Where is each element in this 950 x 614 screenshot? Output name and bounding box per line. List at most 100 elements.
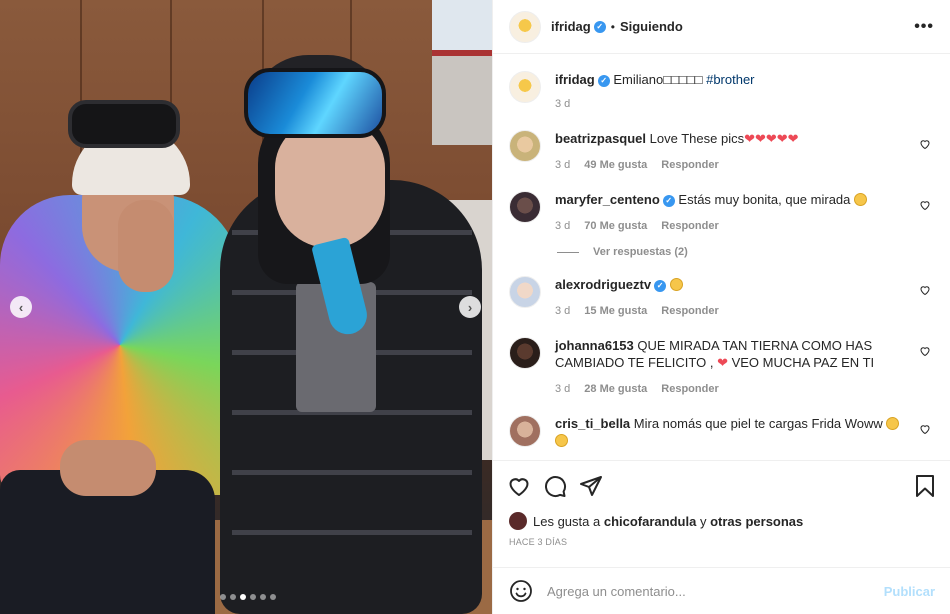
post-header: ifridag ✓ • Siguiendo ••• bbox=[493, 0, 950, 54]
more-options-icon[interactable]: ••• bbox=[914, 18, 934, 36]
emoji-icon[interactable] bbox=[509, 579, 533, 603]
avatar[interactable] bbox=[509, 71, 541, 103]
likes-connector: y bbox=[699, 513, 707, 529]
comment-text: alexrodrigueztv ✓ bbox=[555, 276, 905, 293]
heart-eyes-emoji bbox=[886, 417, 900, 430]
caption-time[interactable]: 3 d bbox=[555, 98, 570, 110]
add-comment-bar: Publicar bbox=[493, 567, 950, 614]
comment-body-continued: VEO MUCHA PAZ EN TI bbox=[727, 355, 875, 370]
post-photo[interactable]: ‹ › bbox=[0, 0, 492, 614]
reply-button[interactable]: Responder bbox=[661, 220, 718, 232]
bookmark-icon[interactable] bbox=[913, 474, 937, 498]
reply-button[interactable]: Responder bbox=[661, 159, 718, 171]
reply-button[interactable]: Responder bbox=[661, 305, 718, 317]
comment: alexrodrigueztv ✓ 3 d 15 Me gusta Respond… bbox=[509, 276, 935, 317]
view-replies-label: Ver respuestas (2) bbox=[593, 246, 688, 258]
comment-username[interactable]: cris_ti_bella bbox=[555, 416, 630, 431]
hashtag-link[interactable]: #brother bbox=[706, 72, 754, 87]
caption-meta: 3 d bbox=[555, 98, 905, 110]
chevron-left-icon[interactable]: ‹ bbox=[10, 296, 32, 318]
verified-badge-icon: ✓ bbox=[662, 194, 675, 207]
avatar[interactable] bbox=[509, 191, 541, 223]
post-actions: Les gusta a chicofarandula y otras perso… bbox=[493, 460, 950, 547]
likes-prefix: Les gusta a bbox=[533, 513, 601, 529]
comment-username[interactable]: johanna6153 bbox=[555, 338, 634, 353]
chevron-right-icon[interactable]: › bbox=[459, 296, 481, 318]
post-side-panel: ifridag ✓ • Siguiendo ••• ifridag ✓ Emili… bbox=[492, 0, 950, 614]
comment-time[interactable]: 3 d bbox=[555, 159, 570, 171]
heart-eyes-emoji bbox=[854, 193, 867, 206]
share-icon[interactable] bbox=[579, 474, 603, 498]
mirrored-ski-goggles bbox=[244, 68, 386, 138]
comment-text: maryfer_centeno ✓ Estás muy bonita, que m… bbox=[555, 191, 905, 208]
comment-text: cris_ti_bella Mira nomás que piel te car… bbox=[555, 415, 905, 449]
woman-face bbox=[275, 120, 385, 248]
comment: johanna6153 QUE MIRADA TAN TIERNA COMO H… bbox=[509, 337, 935, 395]
comment-body: Mira nomás que piel te cargas Frida Woww bbox=[633, 416, 887, 431]
heart-icon[interactable] bbox=[919, 284, 931, 296]
avatar[interactable] bbox=[509, 276, 541, 308]
carousel-dot-active bbox=[240, 594, 246, 600]
heart-eyes-emoji bbox=[669, 278, 683, 291]
likes-others[interactable]: otras personas bbox=[710, 514, 803, 529]
comment: maryfer_centeno ✓ Estás muy bonita, que m… bbox=[509, 191, 935, 232]
heart-icon[interactable] bbox=[919, 423, 931, 435]
avatar[interactable] bbox=[509, 415, 541, 447]
red-heart-emoji: ❤❤❤❤❤ bbox=[744, 131, 799, 146]
comment: beatrizpasquel Love These pics❤❤❤❤❤ 3 d … bbox=[509, 130, 935, 171]
man-hand bbox=[60, 440, 156, 496]
replies-divider bbox=[557, 251, 579, 253]
header-username[interactable]: ifridag bbox=[551, 19, 591, 34]
heart-eyes-emoji bbox=[555, 434, 568, 447]
carousel-dot bbox=[250, 594, 256, 600]
comment-time[interactable]: 3 d bbox=[555, 220, 570, 232]
verified-badge-icon: ✓ bbox=[597, 74, 610, 87]
heart-icon[interactable] bbox=[919, 138, 931, 150]
comment-likes[interactable]: 70 Me gusta bbox=[584, 220, 647, 232]
comment-meta: 3 d 28 Me gusta Responder bbox=[555, 383, 905, 395]
carousel-dot bbox=[260, 594, 266, 600]
jacket-quilt-line bbox=[232, 530, 472, 535]
avatar[interactable] bbox=[509, 337, 541, 369]
comment-likes[interactable]: 49 Me gusta bbox=[584, 159, 647, 171]
comment-username[interactable]: maryfer_centeno bbox=[555, 192, 660, 207]
carousel-indicator bbox=[220, 594, 276, 600]
man-hand bbox=[118, 200, 174, 292]
comment-likes[interactable]: 28 Me gusta bbox=[584, 383, 647, 395]
likes-summary: Les gusta a chicofarandula y otras perso… bbox=[493, 511, 950, 531]
avatar[interactable] bbox=[509, 130, 541, 162]
comment: cris_ti_bella Mira nomás que piel te car… bbox=[509, 415, 935, 449]
heart-icon[interactable] bbox=[919, 199, 931, 211]
likes-user[interactable]: chicofarandula bbox=[604, 514, 696, 529]
comment-text: beatrizpasquel Love These pics❤❤❤❤❤ bbox=[555, 130, 905, 147]
avatar[interactable] bbox=[509, 10, 541, 43]
comment-time[interactable]: 3 d bbox=[555, 305, 570, 317]
heart-icon[interactable] bbox=[507, 474, 531, 498]
separator: • bbox=[610, 19, 615, 34]
reply-button[interactable]: Responder bbox=[661, 383, 718, 395]
comments-list[interactable]: ifridag ✓ Emiliano□□□□□ #brother 3 d beat… bbox=[493, 55, 950, 460]
following-button[interactable]: Siguiendo bbox=[620, 19, 683, 34]
comment-meta: 3 d 49 Me gusta Responder bbox=[555, 159, 905, 171]
ski-goggles bbox=[68, 100, 180, 148]
comment-meta: 3 d 15 Me gusta Responder bbox=[555, 305, 905, 317]
caption: ifridag ✓ Emiliano□□□□□ #brother 3 d bbox=[509, 71, 935, 110]
caption-username[interactable]: ifridag bbox=[555, 72, 595, 87]
comment-username[interactable]: beatrizpasquel bbox=[555, 131, 646, 146]
caption-body: Emiliano□□□□□ bbox=[613, 72, 707, 87]
comment-likes[interactable]: 15 Me gusta bbox=[584, 305, 647, 317]
publish-button[interactable]: Publicar bbox=[884, 584, 935, 599]
comment-input[interactable] bbox=[547, 583, 884, 599]
view-replies-button[interactable]: Ver respuestas (2) bbox=[557, 246, 935, 258]
comment-icon[interactable] bbox=[543, 474, 567, 498]
avatar[interactable] bbox=[509, 512, 527, 530]
heart-icon[interactable] bbox=[919, 345, 931, 357]
post-timestamp[interactable]: HACE 3 DÍAS bbox=[493, 531, 950, 547]
comment-username[interactable]: alexrodrigueztv bbox=[555, 277, 651, 292]
carousel-dot bbox=[220, 594, 226, 600]
caption-text: ifridag ✓ Emiliano□□□□□ #brother bbox=[555, 71, 905, 88]
background-building bbox=[432, 50, 492, 145]
comment-body: Estás muy bonita, que mirada bbox=[678, 192, 854, 207]
comment-time[interactable]: 3 d bbox=[555, 383, 570, 395]
carousel-dot bbox=[270, 594, 276, 600]
